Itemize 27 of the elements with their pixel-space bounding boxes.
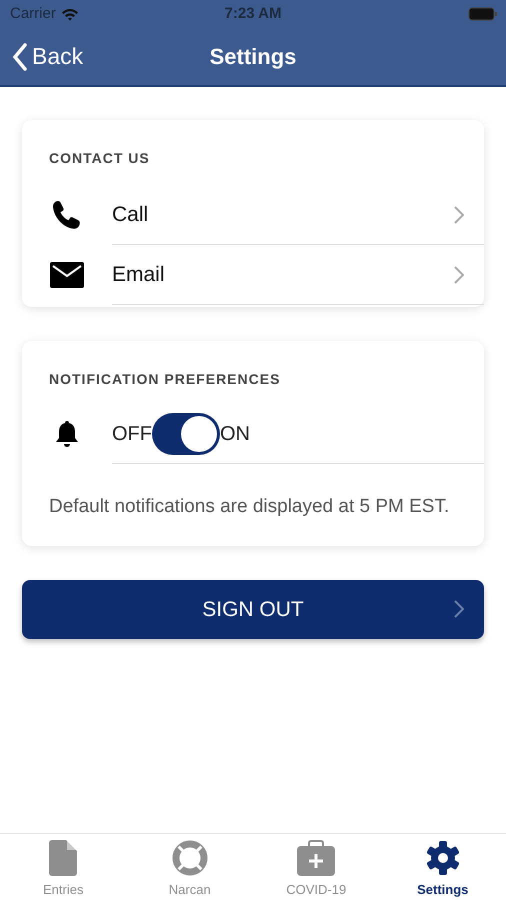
first-aid-kit-icon: [297, 840, 336, 876]
envelope-icon: [50, 262, 84, 288]
contact-row[interactable]: Call: [112, 185, 484, 245]
phone-icon: [51, 199, 83, 231]
screen-title: Settings: [210, 43, 296, 71]
chevron-left-icon: [12, 42, 28, 70]
settings-icon: [424, 840, 461, 876]
clock-text: 7:23 AM: [224, 4, 282, 24]
on-label: ON: [220, 422, 250, 446]
battery-icon: [468, 7, 498, 21]
contact-row[interactable]: Email: [112, 245, 484, 305]
toggle-switch[interactable]: [152, 412, 220, 454]
document-icon: [49, 840, 78, 876]
wifi-icon: [60, 8, 79, 20]
back-button[interactable]: Back: [12, 39, 84, 74]
carrier-text: Carrier: [10, 4, 56, 24]
bell-icon: [53, 419, 81, 449]
section-heading: NOTIFICATION PREFERENCES: [48, 370, 282, 389]
chevron-right-icon: [454, 206, 464, 224]
lifebuoy-icon: [172, 840, 208, 876]
sign-out-button[interactable]: SIGN OUT: [22, 580, 484, 639]
chevron-right-icon: [454, 266, 464, 284]
note-text: Default notifications are displayed at 5 PM EST.: [48, 495, 450, 519]
tab-bar-item[interactable]: Settings: [380, 834, 506, 900]
off-label: OFF: [112, 422, 152, 446]
chevron-right-icon: [454, 600, 464, 618]
section-heading: CONTACT US: [48, 149, 151, 168]
